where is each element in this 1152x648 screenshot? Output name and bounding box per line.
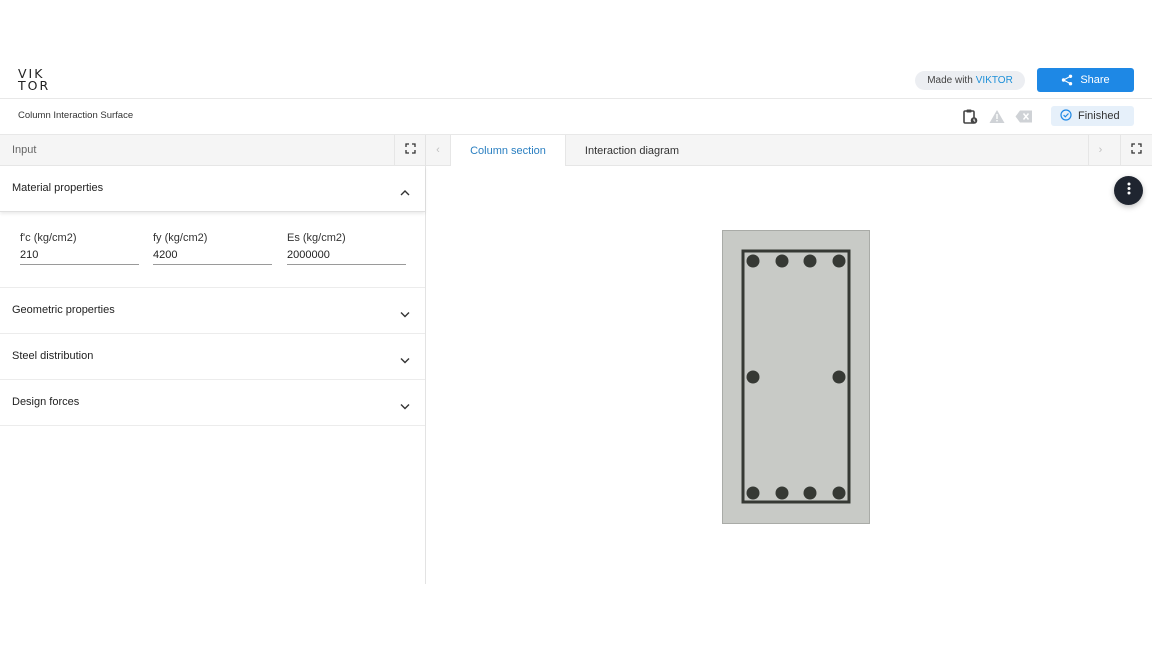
chevron-down-icon xyxy=(400,397,410,415)
chevron-right-icon: › xyxy=(1098,144,1103,156)
chevron-up-icon xyxy=(400,183,410,201)
logo-line-2: TOR xyxy=(18,78,51,93)
share-label: Share xyxy=(1080,74,1110,86)
tab-label: Interaction diagram xyxy=(584,144,680,157)
more-vertical-icon xyxy=(1127,182,1131,200)
chevron-left-icon: ‹ xyxy=(436,144,440,156)
section-material-properties[interactable]: Material properties xyxy=(0,166,425,212)
rebar xyxy=(746,254,760,268)
fy-field: fy (kg/cm2) xyxy=(153,232,272,265)
rebar xyxy=(832,370,846,384)
input-panel-header: Input xyxy=(0,135,425,166)
made-with-brand: VIKTOR xyxy=(975,75,1013,86)
tab-column-section[interactable]: Column section xyxy=(450,135,566,166)
fc-label: f'c (kg/cm2) xyxy=(20,232,77,244)
input-panel-title: Input xyxy=(12,144,37,156)
tab-label: Column section xyxy=(470,144,546,157)
section-title: Steel distribution xyxy=(12,350,94,362)
input-panel: Input Material properties f'c (kg/cm2) f… xyxy=(0,135,426,584)
rebar xyxy=(803,254,817,268)
tabs-next-button[interactable]: › xyxy=(1088,135,1112,165)
fy-label: fy (kg/cm2) xyxy=(153,232,208,244)
rebar xyxy=(832,254,846,268)
fullscreen-icon xyxy=(404,141,416,159)
share-button[interactable]: Share xyxy=(1037,68,1134,92)
expand-input-button[interactable] xyxy=(394,135,425,165)
fullscreen-icon xyxy=(1131,141,1142,159)
check-circle-icon xyxy=(1060,108,1072,124)
section-title: Material properties xyxy=(12,182,104,194)
section-design-forces[interactable]: Design forces xyxy=(0,380,425,426)
fc-input[interactable] xyxy=(20,249,139,265)
clear-errors-icon[interactable] xyxy=(1015,107,1033,125)
es-input[interactable] xyxy=(287,249,406,265)
made-with-prefix: Made with xyxy=(927,75,973,86)
column-section-drawing xyxy=(722,230,870,524)
share-icon xyxy=(1061,74,1073,86)
rebar xyxy=(775,486,789,500)
section-steel-distribution[interactable]: Steel distribution xyxy=(0,334,425,380)
rebar xyxy=(832,486,846,500)
rebar xyxy=(803,486,817,500)
fc-field: f'c (kg/cm2) xyxy=(20,232,139,265)
fy-input[interactable] xyxy=(153,249,272,265)
top-header: VIK TOR Made with VIKTOR Share xyxy=(0,60,1152,99)
view-tabs: ‹ Column section Interaction diagram › xyxy=(426,135,1152,166)
clipboard-icon[interactable] xyxy=(961,107,979,125)
status-badge: Finished xyxy=(1051,106,1134,126)
material-fields: f'c (kg/cm2) fy (kg/cm2) Es (kg/cm2) xyxy=(0,212,425,288)
section-title: Design forces xyxy=(12,396,80,408)
rebar xyxy=(746,370,760,384)
section-geometric-properties[interactable]: Geometric properties xyxy=(0,288,425,334)
rebar xyxy=(746,486,760,500)
app-title-bar: Column Interaction Surface Finished xyxy=(0,99,1152,135)
concrete-section xyxy=(722,230,870,524)
es-label: Es (kg/cm2) xyxy=(287,232,346,244)
es-field: Es (kg/cm2) xyxy=(287,232,406,265)
chevron-down-icon xyxy=(400,351,410,369)
more-options-button[interactable] xyxy=(1114,176,1143,205)
rebar xyxy=(775,254,789,268)
app-title: Column Interaction Surface xyxy=(18,110,134,121)
tabs-prev-button[interactable]: ‹ xyxy=(426,135,450,165)
tab-interaction-diagram[interactable]: Interaction diagram xyxy=(566,135,698,166)
viktor-logo[interactable]: VIK TOR xyxy=(18,67,51,93)
expand-view-button[interactable] xyxy=(1120,135,1152,165)
view-panel: ‹ Column section Interaction diagram › xyxy=(426,135,1152,584)
section-title: Geometric properties xyxy=(12,304,115,316)
chevron-down-icon xyxy=(400,305,410,323)
warning-icon[interactable] xyxy=(988,107,1006,125)
made-with-badge[interactable]: Made with VIKTOR xyxy=(915,71,1025,90)
status-label: Finished xyxy=(1078,110,1120,122)
